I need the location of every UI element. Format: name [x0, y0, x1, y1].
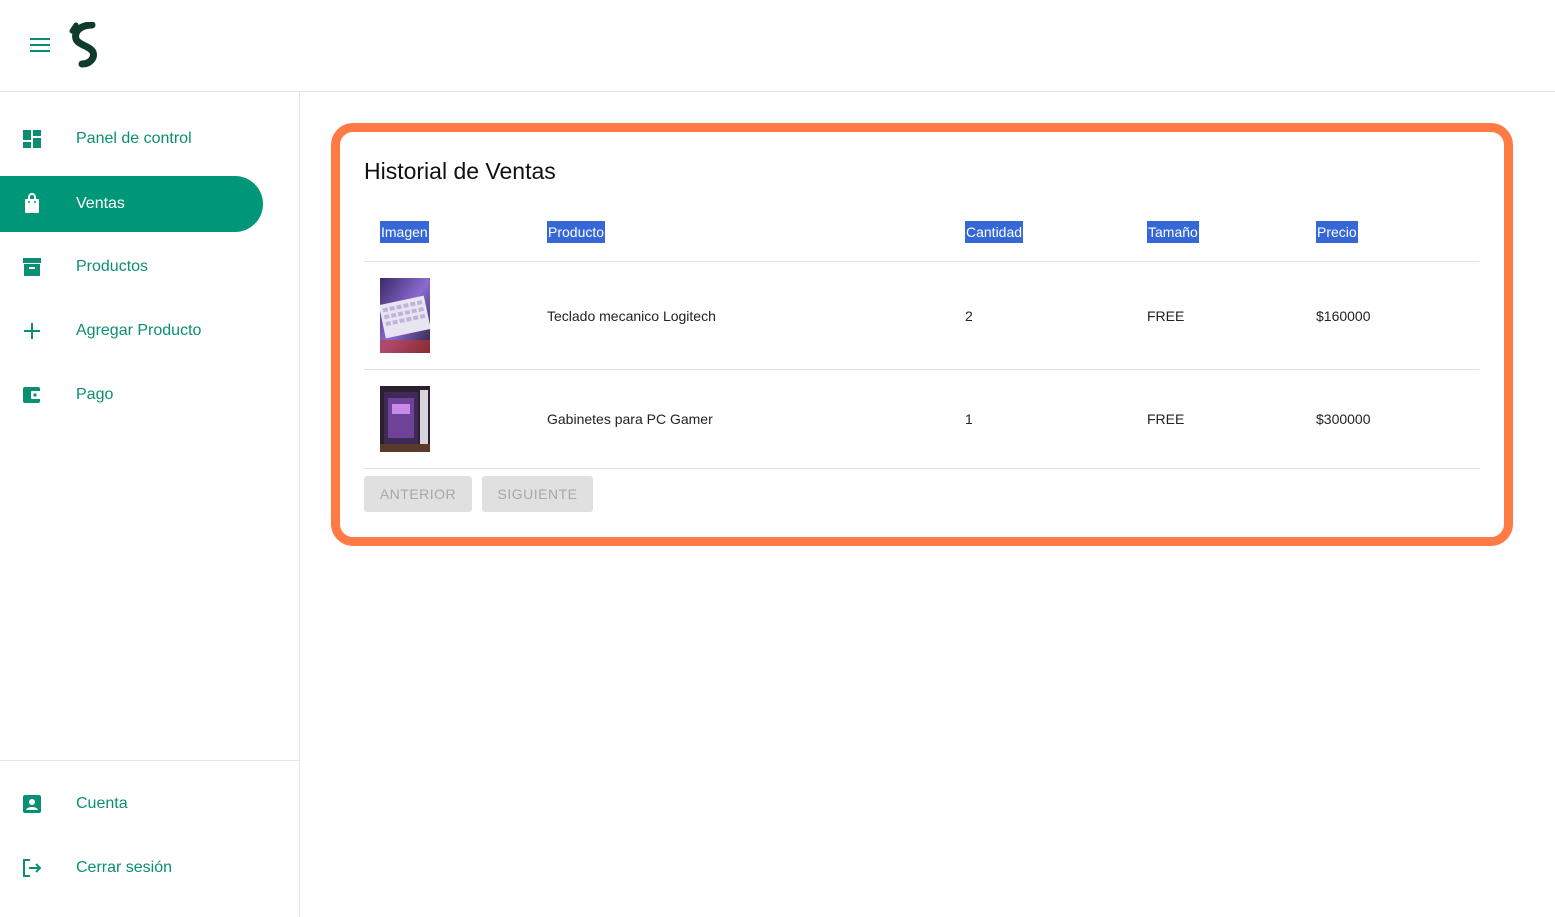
- sidebar: Panel de control Ventas Productos Agrega…: [0, 92, 300, 917]
- sidebar-item-label: Cuenta: [76, 795, 128, 812]
- column-header-producto[interactable]: Producto: [547, 221, 606, 243]
- table-row: Teclado mecanico Logitech 2 FREE $160000: [364, 262, 1479, 370]
- hamburger-icon[interactable]: [24, 30, 56, 60]
- product-name: Gabinetes para PC Gamer: [547, 411, 713, 427]
- quantity-value: 2: [965, 308, 973, 324]
- price-value: $160000: [1316, 308, 1371, 324]
- product-name: Teclado mecanico Logitech: [547, 308, 716, 324]
- shopping-bag-icon: [20, 192, 44, 216]
- sidebar-item-label: Cerrar sesión: [76, 859, 173, 876]
- product-image: [380, 278, 430, 353]
- sidebar-item-pago[interactable]: Pago: [0, 367, 263, 423]
- quantity-value: 1: [965, 411, 973, 427]
- sidebar-item-ventas[interactable]: Ventas: [0, 176, 263, 232]
- page-title: Historial de Ventas: [364, 158, 556, 184]
- column-header-imagen[interactable]: Imagen: [380, 221, 429, 243]
- sidebar-item-panel-de-control[interactable]: Panel de control: [0, 111, 263, 167]
- previous-page-button[interactable]: ANTERIOR: [364, 476, 472, 512]
- table-row: Gabinetes para PC Gamer 1 FREE $300000: [364, 370, 1479, 469]
- sidebar-item-label: Pago: [76, 386, 114, 403]
- sidebar-item-label: Panel de control: [76, 130, 192, 147]
- table-header: Imagen Producto Cantidad Tamaño Precio: [364, 212, 1479, 262]
- top-app-bar: [0, 0, 1555, 92]
- column-header-precio[interactable]: Precio: [1316, 221, 1358, 243]
- sidebar-item-label: Ventas: [76, 195, 125, 212]
- sidebar-item-cuenta[interactable]: Cuenta: [0, 776, 263, 832]
- price-value: $300000: [1316, 411, 1371, 427]
- archive-icon: [20, 255, 44, 279]
- next-page-button[interactable]: SIGUIENTE: [482, 476, 593, 512]
- sidebar-item-label: Productos: [76, 258, 149, 275]
- account-box-icon: [20, 792, 44, 816]
- sidebar-item-agregar-producto[interactable]: Agregar Producto: [0, 303, 263, 359]
- logout-icon: [20, 856, 44, 880]
- sidebar-item-productos[interactable]: Productos: [0, 239, 263, 295]
- column-header-tamano[interactable]: Tamaño: [1147, 221, 1199, 243]
- sidebar-item-cerrar-sesion[interactable]: Cerrar sesión: [0, 840, 263, 896]
- plus-icon: [20, 319, 44, 343]
- s-logo-icon[interactable]: [66, 21, 106, 68]
- product-image: [380, 386, 430, 452]
- wallet-icon: [20, 383, 44, 407]
- dashboard-icon: [20, 127, 44, 151]
- sales-history-card: Historial de Ventas Imagen Producto Cant…: [331, 123, 1513, 546]
- column-header-cantidad[interactable]: Cantidad: [965, 221, 1024, 243]
- sidebar-item-label: Agregar Producto: [76, 322, 202, 339]
- sidebar-divider: [0, 760, 299, 761]
- size-value: FREE: [1147, 308, 1185, 324]
- size-value: FREE: [1147, 411, 1185, 427]
